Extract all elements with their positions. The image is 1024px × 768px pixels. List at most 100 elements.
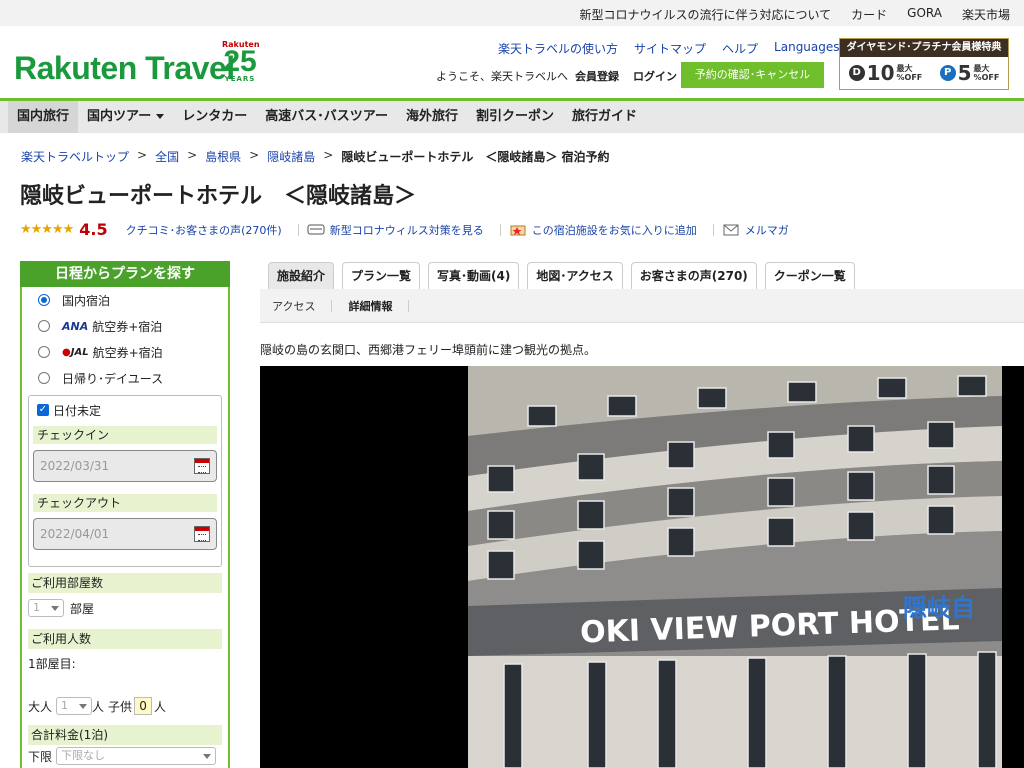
child-label: 子供	[108, 699, 133, 714]
add-favorite-link[interactable]: この宿泊施設をお気に入りに追加	[532, 222, 697, 238]
reservation-check-button[interactable]: 予約の確認･キャンセル	[681, 62, 824, 88]
banner-title: ダイヤモンド･プラチナ会員様特典	[840, 39, 1008, 57]
nav-coupons[interactable]: 割引クーポン	[467, 101, 563, 133]
breadcrumb-sep: >	[249, 148, 260, 162]
newsletter-link[interactable]: メルマガ	[745, 222, 789, 238]
diamond-max-label: 最大	[896, 64, 913, 73]
price-label: 合計料金(1泊)	[28, 725, 222, 745]
welcome-text: ようこそ、楽天トラベルへ	[436, 70, 568, 83]
main-nav: 国内旅行 国内ツアー レンタカー 高速バス･バスツアー 海外旅行 割引クーポン …	[0, 98, 1024, 133]
nav-domestic-travel[interactable]: 国内旅行	[8, 101, 79, 133]
option-label: 航空券+宿泊	[92, 319, 163, 334]
tab-photos[interactable]: 写真･動画(4)	[428, 262, 520, 289]
min-price-select[interactable]: 下限なし	[56, 747, 217, 765]
favorite-folder-icon	[510, 225, 526, 235]
rooms-unit: 部屋	[70, 601, 95, 616]
breadcrumb-current: 隠岐ビューポートホテル ＜隠岐諸島＞ 宿泊予約	[341, 150, 610, 164]
radio-button[interactable]	[38, 372, 50, 384]
diamond-discount: 10	[866, 61, 895, 85]
breadcrumb-oki[interactable]: 隠岐諸島	[267, 148, 315, 165]
site-header: Rakuten Travel Rakuten 25 YEARS 楽天トラベルの使…	[0, 26, 1024, 98]
member-register-link[interactable]: 会員登録	[575, 68, 619, 84]
checkin-date-value: 2022/03/31	[40, 459, 110, 473]
tab-facility-intro[interactable]: 施設紹介	[268, 262, 335, 289]
nav-travel-guide[interactable]: 旅行ガイド	[563, 101, 646, 133]
tab-reviews[interactable]: お客さまの声(270)	[630, 262, 757, 289]
date-box: ✓ 日付未定 チェックイン 2022/03/31 チェックアウト 2022/04…	[28, 395, 222, 567]
nav-domestic-tour-label: 国内ツアー	[87, 109, 152, 124]
child-unit: 人	[154, 699, 167, 714]
jal-logo-icon: ●JAL	[62, 346, 89, 358]
howto-link[interactable]: 楽天トラベルの使い方	[498, 40, 618, 57]
page-title: 隠岐ビューポートホテル ＜隠岐諸島＞	[20, 184, 417, 209]
rakuten-travel-logo[interactable]: Rakuten Travel	[14, 50, 235, 87]
checkbox-checked-icon[interactable]: ✓	[37, 404, 49, 416]
card-link[interactable]: カード	[851, 6, 887, 23]
checkin-label: チェックイン	[33, 426, 217, 444]
min-price-label: 下限	[28, 749, 53, 764]
adult-unit: 人	[92, 699, 105, 714]
option-day-use[interactable]: 日帰り･デイユース	[22, 365, 228, 391]
calendar-icon[interactable]	[194, 458, 210, 474]
mail-icon	[723, 224, 739, 235]
breadcrumb-all[interactable]: 全国	[155, 148, 179, 165]
jal-logo-text: JAL	[70, 346, 89, 358]
header-links: 楽天トラベルの使い方 サイトマップ ヘルプ Languages	[498, 40, 853, 57]
option-label: 航空券+宿泊	[92, 345, 163, 360]
subtab-bar: アクセス 詳細情報	[260, 289, 1024, 323]
option-jal-package[interactable]: ●JAL 航空券+宿泊	[22, 339, 228, 365]
hotel-building-image: OKI VIEW PORT HOTEL 隠岐自	[468, 366, 1002, 768]
diamond-platinum-banner[interactable]: ダイヤモンド･プラチナ会員様特典 D 10 最大 %OFF P 5 最大 %OFF	[839, 38, 1009, 90]
utility-bar: 新型コロナウイルスの流行に伴う対応について カード GORA 楽天市場	[0, 0, 1024, 26]
nav-domestic-tour[interactable]: 国内ツアー	[78, 101, 173, 133]
radio-button[interactable]	[38, 346, 50, 358]
radio-button[interactable]	[38, 294, 50, 306]
platinum-max-label: 最大	[973, 64, 990, 73]
adult-select[interactable]: 1	[56, 697, 93, 715]
subtab-access[interactable]: アクセス	[272, 298, 315, 314]
checkin-date-input[interactable]: 2022/03/31	[33, 450, 217, 482]
guests-label: ご利用人数	[28, 629, 222, 649]
subtab-details[interactable]: 詳細情報	[348, 298, 392, 314]
option-ana-package[interactable]: ANA 航空券+宿泊	[22, 313, 228, 339]
adult-label: 大人	[28, 699, 53, 714]
radio-button[interactable]	[38, 320, 50, 332]
tab-coupons[interactable]: クーポン一覧	[764, 262, 855, 289]
nav-highway-bus[interactable]: 高速バス･バスツアー	[256, 101, 397, 133]
tab-map[interactable]: 地図･アクセス	[527, 262, 623, 289]
covid-notice-link[interactable]: 新型コロナウイルスの流行に伴う対応について	[580, 6, 832, 23]
breadcrumb: 楽天トラベルトップ > 全国 > 島根県 > 隠岐諸島 > 隠岐ビューポートホテ…	[21, 148, 610, 165]
covid-measures-link[interactable]: 新型コロナウィルス対策を見る	[330, 222, 484, 238]
hotel-photo[interactable]: OKI VIEW PORT HOTEL 隠岐自	[260, 366, 1024, 768]
calendar-icon[interactable]	[194, 526, 210, 542]
breadcrumb-top[interactable]: 楽天トラベルトップ	[21, 148, 129, 165]
breadcrumb-sep: >	[137, 148, 148, 162]
anniversary-25-logo: Rakuten 25 YEARS	[222, 40, 260, 88]
breadcrumb-sep: >	[323, 148, 334, 162]
login-link[interactable]: ログイン	[633, 68, 677, 84]
date-undecided-checkbox[interactable]: ✓ 日付未定	[33, 400, 217, 420]
child-count-input[interactable]: 0	[134, 697, 153, 715]
rooms-select[interactable]: 1	[28, 599, 64, 617]
breadcrumb-shimane[interactable]: 島根県	[205, 148, 241, 165]
checkout-date-value: 2022/04/01	[40, 527, 110, 541]
help-link[interactable]: ヘルプ	[722, 40, 758, 57]
platinum-off-label: %OFF	[973, 73, 1000, 82]
rooms-label: ご利用部屋数	[28, 573, 222, 593]
chevron-down-icon	[156, 114, 165, 119]
facility-tabs: 施設紹介 プラン一覧 写真･動画(4) 地図･アクセス お客さまの声(270) …	[268, 262, 855, 289]
star-rating-icon: ★★★★★	[20, 222, 74, 237]
room1-label: 1部屋目:	[28, 657, 76, 671]
rakuten-ichiba-link[interactable]: 楽天市場	[962, 6, 1010, 23]
checkout-date-input[interactable]: 2022/04/01	[33, 518, 217, 550]
nav-rental-car[interactable]: レンタカー	[173, 101, 256, 133]
tab-plans[interactable]: プラン一覧	[342, 262, 421, 289]
date-undecided-label: 日付未定	[53, 403, 102, 418]
nav-overseas[interactable]: 海外旅行	[397, 101, 467, 133]
hotel-sign-japanese: 隠岐自	[903, 594, 975, 622]
logo25-number: 25	[223, 45, 257, 78]
sitemap-link[interactable]: サイトマップ	[634, 40, 706, 57]
option-domestic-stay[interactable]: 国内宿泊	[22, 287, 228, 313]
reviews-link[interactable]: クチコミ･お客さまの声(270件)	[126, 222, 282, 238]
gora-link[interactable]: GORA	[907, 6, 942, 23]
